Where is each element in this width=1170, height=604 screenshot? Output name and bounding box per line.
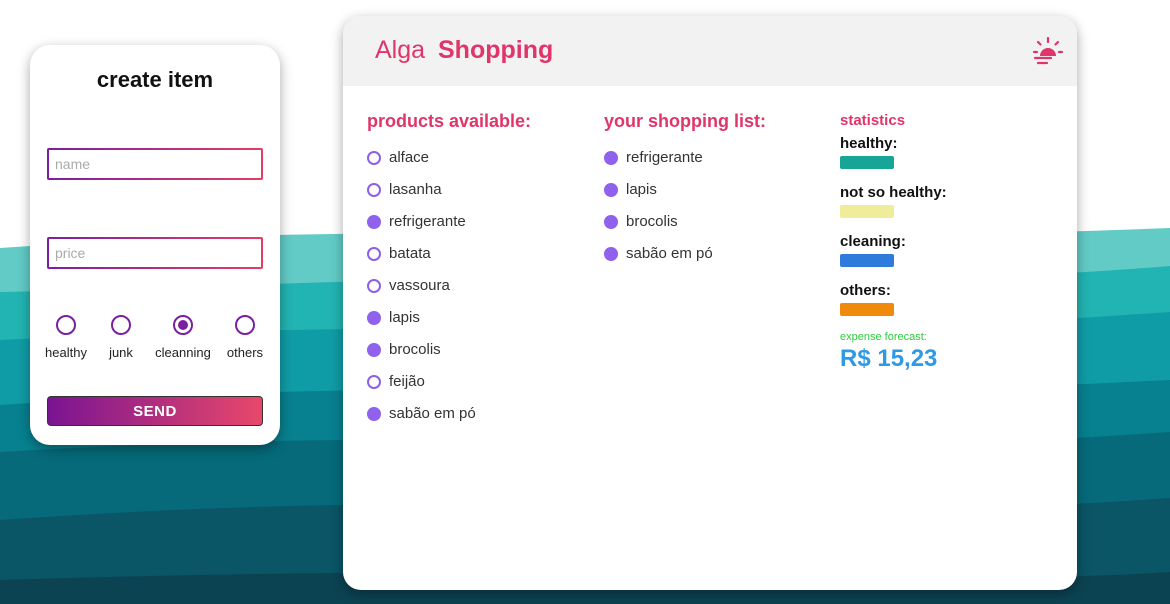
stat-bar-healthy	[840, 156, 894, 169]
unselected-dot-icon	[367, 183, 381, 197]
product-label: batata	[389, 245, 431, 262]
radio-junk[interactable]	[111, 315, 131, 335]
stat-bar-not-so-healthy	[840, 205, 894, 218]
selected-dot-icon	[367, 215, 381, 229]
stat-label-not-so-healthy: not so healthy:	[840, 184, 947, 201]
list-item[interactable]: vassoura	[367, 276, 476, 308]
list-item[interactable]: lapis	[604, 180, 713, 212]
product-label: brocolis	[389, 341, 441, 358]
category-option-cleanning[interactable]: cleanning	[151, 315, 215, 360]
radio-label-healthy: healthy	[45, 345, 87, 360]
list-item[interactable]: brocolis	[367, 340, 476, 372]
header: Alga Shopping	[343, 16, 1077, 86]
radio-cleanning[interactable]	[173, 315, 193, 335]
brand-name-light: Alga	[375, 36, 426, 64]
radio-healthy[interactable]	[56, 315, 76, 335]
stat-label-others: others:	[840, 282, 891, 299]
radio-label-junk: junk	[109, 345, 133, 360]
list-item[interactable]: feijão	[367, 372, 476, 404]
selected-dot-icon	[604, 151, 618, 165]
product-label: lasanha	[389, 181, 442, 198]
selected-dot-icon	[604, 215, 618, 229]
category-option-healthy[interactable]: healthy	[41, 315, 91, 360]
create-item-card: create item healthy junk cleanning other…	[30, 45, 280, 445]
list-item[interactable]: refrigerante	[367, 212, 476, 244]
create-item-title: create item	[96, 67, 214, 92]
send-button[interactable]: SEND	[47, 396, 263, 426]
product-label: alface	[389, 149, 430, 166]
list-item[interactable]: batata	[367, 244, 476, 276]
selected-dot-icon	[604, 183, 618, 197]
product-label: feijão	[389, 373, 425, 390]
stat-label-cleaning: cleaning:	[840, 233, 906, 250]
selected-dot-icon	[367, 343, 381, 357]
list-item[interactable]: sabão em pó	[604, 244, 713, 276]
shopping-item-label: lapis	[626, 181, 657, 198]
selected-dot-icon	[367, 311, 381, 325]
products-available-title: products available:	[367, 111, 532, 131]
product-label: sabão em pó	[389, 405, 476, 422]
unselected-dot-icon	[367, 375, 381, 389]
list-item[interactable]: alface	[367, 148, 476, 180]
shopping-item-label: brocolis	[626, 213, 678, 230]
expense-forecast-value: R$ 15,23	[840, 345, 938, 372]
product-label: lapis	[389, 309, 420, 326]
category-option-junk[interactable]: junk	[101, 315, 141, 360]
unselected-dot-icon	[367, 279, 381, 293]
radio-others[interactable]	[235, 315, 255, 335]
stat-bar-others	[840, 303, 894, 316]
radio-label-others: others	[226, 345, 264, 360]
products-available-list: alface lasanha refrigerante batata vasso…	[367, 148, 476, 436]
selected-dot-icon	[367, 407, 381, 421]
sunset-icon[interactable]	[1032, 36, 1064, 68]
unselected-dot-icon	[367, 151, 381, 165]
category-option-others[interactable]: others	[222, 315, 268, 360]
product-label: vassoura	[389, 277, 450, 294]
list-item[interactable]: sabão em pó	[367, 404, 476, 436]
statistics-title: statistics	[840, 112, 906, 129]
stat-bar-cleaning	[840, 254, 894, 267]
shopping-list: refrigerante lapis brocolis sabão em pó	[604, 148, 713, 276]
main-panel: Alga Shopping products available: alface…	[343, 16, 1077, 590]
expense-forecast-label: expense forecast:	[840, 331, 927, 343]
price-input[interactable]	[47, 237, 263, 269]
name-input[interactable]	[47, 148, 263, 180]
radio-label-cleanning: cleanning	[155, 345, 211, 360]
shopping-item-label: sabão em pó	[626, 245, 713, 262]
shopping-list-title: your shopping list:	[604, 111, 766, 131]
shopping-item-label: refrigerante	[626, 149, 703, 166]
unselected-dot-icon	[367, 247, 381, 261]
list-item[interactable]: brocolis	[604, 212, 713, 244]
list-item[interactable]: refrigerante	[604, 148, 713, 180]
selected-dot-icon	[604, 247, 618, 261]
product-label: refrigerante	[389, 213, 466, 230]
brand-name-bold: Shopping	[438, 36, 554, 64]
list-item[interactable]: lasanha	[367, 180, 476, 212]
list-item[interactable]: lapis	[367, 308, 476, 340]
stat-label-healthy: healthy:	[840, 135, 898, 152]
